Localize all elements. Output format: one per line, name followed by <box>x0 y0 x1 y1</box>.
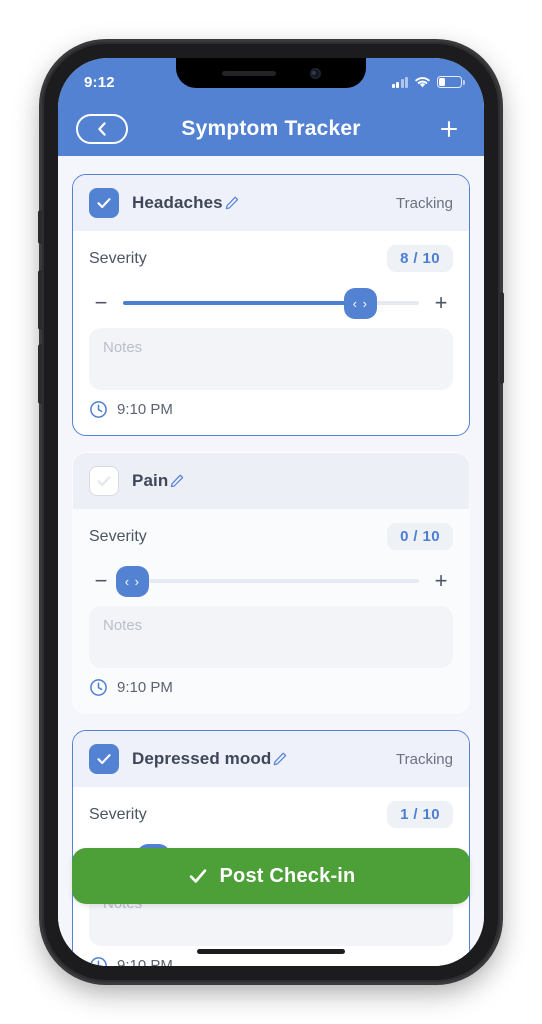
device-notch <box>176 58 366 88</box>
pencil-edit-icon[interactable] <box>169 473 185 489</box>
check-icon <box>189 869 206 883</box>
symptom-name: Pain <box>132 471 169 490</box>
post-checkin-bar: Post Check-in <box>72 848 470 904</box>
check-icon <box>97 754 111 765</box>
tracking-status: Tracking <box>396 194 453 212</box>
post-checkin-label: Post Check-in <box>219 864 356 887</box>
tracking-status: Tracking <box>396 750 453 768</box>
slider-track-fill <box>123 301 360 305</box>
clock-icon <box>90 401 107 418</box>
symptom-name: Headaches <box>132 193 223 212</box>
back-button[interactable] <box>76 114 128 144</box>
wifi-icon <box>415 76 430 87</box>
cellular-signal-icon <box>391 76 408 88</box>
severity-row: Severity 1 / 10 <box>89 801 453 828</box>
symptom-card-body: Severity 0 / 10 − ‹ › + Notes 9:10 PM <box>73 509 469 713</box>
time-row[interactable]: 9:10 PM <box>89 400 453 425</box>
home-indicator[interactable] <box>197 949 345 954</box>
severity-slider-row[interactable]: − ‹ › + <box>89 284 453 322</box>
symptom-card-header[interactable]: Pain <box>73 453 469 509</box>
severity-row: Severity 0 / 10 <box>89 523 453 550</box>
pencil-edit-icon[interactable] <box>224 195 240 211</box>
severity-label: Severity <box>89 805 147 823</box>
symptom-card[interactable]: Pain Severity 0 / 10 − ‹ › + Notes 9:10 … <box>72 452 470 714</box>
volume-down-button[interactable] <box>38 344 43 404</box>
entry-time: 9:10 PM <box>117 401 173 418</box>
decrement-button[interactable]: − <box>89 292 113 314</box>
status-time: 9:12 <box>84 73 115 91</box>
post-checkin-button[interactable]: Post Check-in <box>72 848 470 904</box>
phone-screen: 9:12 Symptom Tracker Headaches Tracking … <box>58 58 484 966</box>
symptom-checkbox[interactable] <box>89 188 119 218</box>
slider-track <box>123 579 419 583</box>
notes-input[interactable]: Notes <box>89 328 453 390</box>
add-symptom-button[interactable] <box>434 114 464 144</box>
time-row[interactable]: 9:10 PM <box>89 956 453 966</box>
symptom-card-header[interactable]: Depressed mood Tracking <box>73 731 469 787</box>
symptom-list[interactable]: Headaches Tracking Severity 8 / 10 − ‹ ›… <box>58 156 484 966</box>
status-icons <box>391 72 465 89</box>
battery-icon <box>437 76 465 88</box>
front-camera <box>309 67 321 79</box>
severity-slider[interactable]: ‹ › <box>115 562 419 600</box>
check-icon <box>97 476 111 487</box>
phone-frame: 9:12 Symptom Tracker Headaches Tracking … <box>38 42 504 982</box>
symptom-name: Depressed mood <box>132 749 272 768</box>
check-icon <box>97 198 111 209</box>
severity-slider[interactable]: ‹ › <box>123 284 419 322</box>
notes-input[interactable]: Notes <box>89 606 453 668</box>
entry-time: 9:10 PM <box>117 957 173 966</box>
volume-up-button[interactable] <box>38 270 43 330</box>
entry-time: 9:10 PM <box>117 679 173 696</box>
clock-icon <box>90 679 107 696</box>
earpiece-speaker <box>221 70 276 76</box>
symptom-card-header[interactable]: Headaches Tracking <box>73 175 469 231</box>
clock-icon <box>90 957 107 966</box>
severity-badge: 8 / 10 <box>387 245 453 272</box>
power-button[interactable] <box>499 292 504 384</box>
symptom-card-body: Severity 8 / 10 − ‹ › + Notes 9:10 PM <box>73 231 469 435</box>
chevron-left-icon <box>98 122 106 136</box>
silent-switch[interactable] <box>38 210 43 244</box>
severity-badge: 0 / 10 <box>387 523 453 550</box>
increment-button[interactable]: + <box>429 570 453 592</box>
symptom-checkbox[interactable] <box>89 744 119 774</box>
navigation-bar: Symptom Tracker <box>58 102 484 156</box>
severity-slider-row[interactable]: − ‹ › + <box>89 562 453 600</box>
severity-row: Severity 8 / 10 <box>89 245 453 272</box>
severity-label: Severity <box>89 527 147 545</box>
pencil-edit-icon[interactable] <box>272 751 288 767</box>
symptom-card[interactable]: Headaches Tracking Severity 8 / 10 − ‹ ›… <box>72 174 470 436</box>
symptom-checkbox[interactable] <box>89 466 119 496</box>
slider-thumb[interactable]: ‹ › <box>343 287 377 319</box>
plus-icon <box>440 120 458 138</box>
increment-button[interactable]: + <box>429 292 453 314</box>
time-row[interactable]: 9:10 PM <box>89 678 453 703</box>
slider-thumb[interactable]: ‹ › <box>115 565 149 597</box>
decrement-button[interactable]: − <box>89 570 113 592</box>
severity-badge: 1 / 10 <box>387 801 453 828</box>
severity-label: Severity <box>89 249 147 267</box>
